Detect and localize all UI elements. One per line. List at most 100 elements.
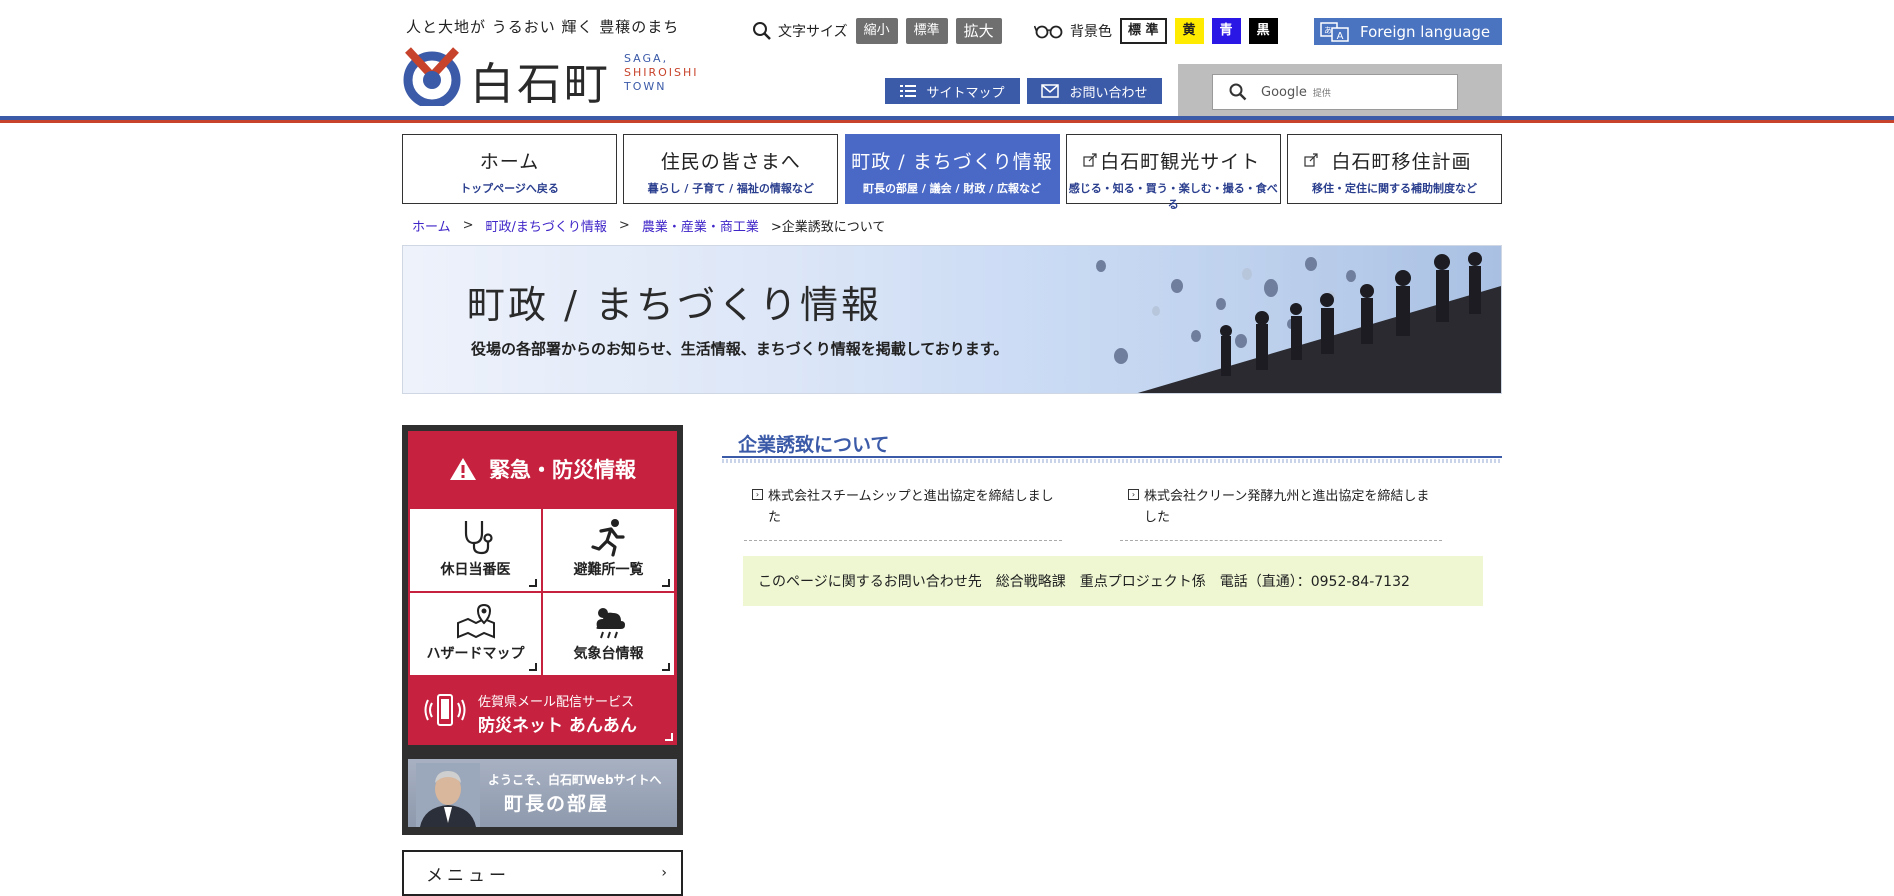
logo-text: 白石町 xyxy=(470,59,611,110)
nav-tourism-sub: 感じる・知る・買う・楽しむ・撮る・食べる xyxy=(1068,182,1278,211)
logo-en-shiroishi: SHIROISHI xyxy=(624,66,699,79)
nav-tourism-label: 白石町観光サイト xyxy=(1100,151,1261,173)
foreign-language-button[interactable]: A あ Foreign language xyxy=(1314,18,1502,45)
hazard-map-label: ハザードマップ xyxy=(426,646,525,662)
nav-residents-sub: 暮らし / 子育て / 福祉の情報など xyxy=(647,182,814,195)
contact-button[interactable]: お問い合わせ xyxy=(1027,78,1162,104)
mayor-room-title: 町長の部屋 xyxy=(504,793,610,815)
bg-black-button[interactable]: 黒 xyxy=(1248,18,1278,44)
evacuation-list-link[interactable]: 避難所一覧 xyxy=(542,508,675,592)
breadcrumb-industry[interactable]: 農業・産業・商工業 xyxy=(642,216,759,235)
breadcrumb-separator: > xyxy=(618,218,630,233)
sitemap-label: サイトマップ xyxy=(926,85,1005,101)
menu-button[interactable]: メニュー › xyxy=(402,850,683,896)
search-area: Google 提供 xyxy=(1178,64,1502,118)
banner-subtitle: 役場の各部署からのお知らせ、生活情報、まちづくり情報を掲載しております。 xyxy=(471,340,1009,358)
nav-residents[interactable]: 住民の皆さまへ 暮らし / 子育て / 福祉の情報など xyxy=(623,134,839,204)
page-contact-text: このページに関するお問い合わせ先 総合戦略課 重点プロジェクト係 電話（直通）：… xyxy=(758,574,1410,590)
smartphone-signal-icon xyxy=(424,694,466,726)
nav-town-policy-label: 町政 / まちづくり情報 xyxy=(851,151,1053,173)
breadcrumb-separator: > xyxy=(462,218,474,233)
hazard-map-link[interactable]: ハザードマップ xyxy=(409,592,542,676)
translate-icon: A あ xyxy=(1320,21,1349,42)
page-contact-info: このページに関するお問い合わせ先 総合戦略課 重点プロジェクト係 電話（直通）：… xyxy=(743,556,1483,606)
link-arrow-icon: › xyxy=(752,489,763,500)
balloons-silhouette-image xyxy=(981,246,1501,393)
list-icon xyxy=(900,85,917,97)
logo-en-town: TOWN xyxy=(624,80,667,93)
nav-town-policy[interactable]: 町政 / まちづくり情報 町長の部屋 / 議会 / 財政 / 広報など xyxy=(844,134,1060,204)
stethoscope-icon xyxy=(464,521,493,555)
glasses-icon xyxy=(1034,25,1063,39)
svg-text:A: A xyxy=(1337,31,1344,42)
nav-migration-label: 白石町移住計画 xyxy=(1331,151,1472,173)
article-link-list: › 株式会社スチームシップと進出協定を締結しました › 株式会社クリーン発酵九州… xyxy=(744,486,1504,541)
mail-icon xyxy=(1041,84,1060,98)
corner-arrow-icon xyxy=(665,733,673,741)
disaster-info-inner: 緊急・防災情報 休日当番医 避難所一覧 ハザードマップ 気象台情報 佐賀県メール… xyxy=(408,431,677,827)
mayor-room-banner[interactable]: ようこそ、白石町Webサイトへ 町長の部屋 xyxy=(408,759,677,827)
anshin-mail-service-link[interactable]: 佐賀県メール配信サービス 防災ネット あんあん xyxy=(408,677,677,745)
nav-tourism[interactable]: 白石町観光サイト 感じる・知る・買う・楽しむ・撮る・食べる xyxy=(1065,134,1281,211)
chevron-right-icon: › xyxy=(661,865,667,881)
weather-info-link[interactable]: 気象台情報 xyxy=(542,592,675,676)
nav-home[interactable]: ホーム トップページへ戻る xyxy=(402,134,617,204)
bg-blue-button[interactable]: 青 xyxy=(1211,18,1241,44)
nav-home-label: ホーム xyxy=(479,151,540,173)
bg-standard-button[interactable]: 標 準 xyxy=(1120,18,1167,44)
font-size-controls: 文字サイズ 縮小 標準 拡大 xyxy=(752,18,1010,44)
disaster-info-title: 緊急・防災情報 xyxy=(489,458,636,482)
nav-home-sub: トップページへ戻る xyxy=(460,182,559,195)
corner-arrow-icon xyxy=(662,663,670,671)
article-link-clean-hakko[interactable]: 株式会社クリーン発酵九州と進出協定を締結しました xyxy=(1120,486,1442,528)
font-size-small-button[interactable]: 縮小 xyxy=(855,18,898,44)
external-link-icon xyxy=(1304,153,1318,167)
header-divider-red xyxy=(0,120,1894,123)
font-size-large-button[interactable]: 拡大 xyxy=(955,18,1002,44)
disaster-info-header[interactable]: 緊急・防災情報 xyxy=(408,431,677,507)
title-dotted-underline xyxy=(722,459,1502,463)
magnifier-icon xyxy=(753,22,771,40)
mayor-welcome: ようこそ、白石町Webサイトへ xyxy=(488,773,662,787)
corner-arrow-icon xyxy=(529,663,537,671)
bg-yellow-button[interactable]: 黄 xyxy=(1174,18,1204,44)
list-item[interactable]: › 株式会社スチームシップと進出協定を締結しました xyxy=(744,486,1062,541)
nav-residents-label: 住民の皆さまへ xyxy=(660,151,801,173)
breadcrumb-town-policy[interactable]: 町政/まちづくり情報 xyxy=(486,216,607,235)
holiday-doctor-label: 休日当番医 xyxy=(440,562,511,578)
article-link-steamship[interactable]: 株式会社スチームシップと進出協定を締結しました xyxy=(744,486,1062,528)
warning-icon xyxy=(450,458,476,480)
breadcrumb: ホーム > 町政/まちづくり情報 > 農業・産業・商工業 >企業誘致について xyxy=(412,216,885,235)
title-underline xyxy=(722,456,1502,458)
font-size-standard-button[interactable]: 標準 xyxy=(905,18,948,44)
foreign-language-label: Foreign language xyxy=(1360,22,1491,41)
sitemap-button[interactable]: サイトマップ xyxy=(885,78,1020,104)
contact-label: お問い合わせ xyxy=(1069,85,1148,101)
page-title: 企業誘致について xyxy=(738,434,890,456)
map-pin-icon xyxy=(456,603,495,639)
nav-migration[interactable]: 白石町移住計画 移住・定住に関する補助制度など xyxy=(1287,134,1502,204)
link-arrow-icon: › xyxy=(1128,489,1139,500)
disaster-grid: 休日当番医 避難所一覧 ハザードマップ 気象台情報 xyxy=(408,507,677,677)
running-person-icon xyxy=(590,519,625,557)
global-nav: ホーム トップページへ戻る 住民の皆さまへ 暮らし / 子育て / 福祉の情報な… xyxy=(402,134,1502,211)
nav-town-policy-sub: 町長の部屋 / 議会 / 財政 / 広報など xyxy=(862,182,1042,195)
corner-arrow-icon xyxy=(662,579,670,587)
svg-text:あ: あ xyxy=(1324,26,1332,35)
corner-arrow-icon xyxy=(529,579,537,587)
background-color-controls: 背景色 標 準 黄 青 黒 xyxy=(1034,18,1286,44)
list-item[interactable]: › 株式会社クリーン発酵九州と進出協定を締結しました xyxy=(1120,486,1442,541)
breadcrumb-home[interactable]: ホーム xyxy=(412,216,451,235)
font-size-label: 文字サイズ xyxy=(778,24,848,40)
search-icon xyxy=(1229,83,1247,101)
banner-title: 町政 / まちづくり情報 xyxy=(467,283,882,327)
search-input[interactable]: Google 提供 xyxy=(1212,74,1458,110)
holiday-doctor-link[interactable]: 休日当番医 xyxy=(409,508,542,592)
site-header: 人と大地が うるおい 輝く 豊穣のまち 白石町 SAGA, SHIROISHI … xyxy=(0,0,1894,123)
tagline: 人と大地が うるおい 輝く 豊穣のまち xyxy=(406,18,680,36)
site-logo[interactable]: 白石町 SAGA, SHIROISHI TOWN xyxy=(402,46,722,110)
mayor-portrait xyxy=(416,763,480,827)
breadcrumb-current: >企業誘致について xyxy=(770,220,886,235)
external-link-icon xyxy=(1083,153,1097,167)
nav-migration-sub: 移住・定住に関する補助制度など xyxy=(1312,182,1477,195)
